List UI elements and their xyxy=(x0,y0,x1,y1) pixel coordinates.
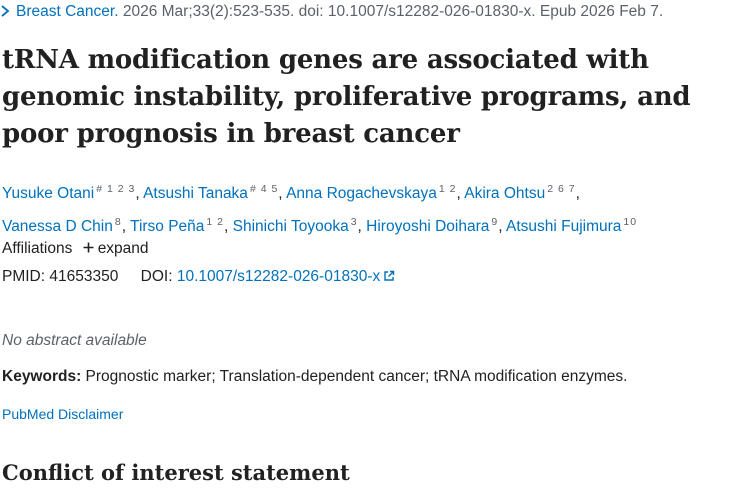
author-link[interactable]: Akira Ohtsu xyxy=(464,185,545,202)
author-item: Yusuke Otani # 1 2 3 xyxy=(2,183,135,202)
author-link[interactable]: Shinichi Toyooka xyxy=(233,218,349,235)
author-link[interactable]: Atsushi Fujimura xyxy=(506,218,621,235)
author-affiliation-refs[interactable]: # 4 5 xyxy=(250,183,278,195)
journal-link[interactable]: Breast Cancer. xyxy=(16,3,119,20)
author-affiliation-refs[interactable]: 3 xyxy=(351,216,358,228)
author-item: Atsushi Fujimura 10 xyxy=(506,216,637,235)
author-affiliation-refs[interactable]: 10 xyxy=(623,216,637,228)
doi-value: 10.1007/s12282-026-01830-x xyxy=(176,268,381,285)
expand-label: expand xyxy=(97,240,149,257)
conflict-of-interest-heading: Conflict of interest statement xyxy=(2,460,350,485)
author-item: Shinichi Toyooka 3 xyxy=(233,216,358,235)
author-item: Anna Rogachevskaya 1 2 xyxy=(286,183,457,202)
keywords-text: Prognostic marker; Translation-dependent… xyxy=(81,368,628,385)
author-item: Akira Ohtsu 2 6 7 xyxy=(464,183,575,202)
author-item: Hiroyoshi Doihara 9 xyxy=(366,216,498,235)
author-link[interactable]: Atsushi Tanaka xyxy=(143,185,248,202)
author-item: Vanessa D Chin 8 xyxy=(2,216,122,235)
author-affiliation-refs[interactable]: 8 xyxy=(115,216,122,228)
keywords-row: Keywords: Prognostic marker; Translation… xyxy=(2,368,627,386)
author-link[interactable]: Anna Rogachevskaya xyxy=(286,185,437,202)
doi-link[interactable]: 10.1007/s12282-026-01830-x xyxy=(177,268,395,285)
citation-line: Breast Cancer. 2026 Mar;33(2):523-535. d… xyxy=(0,3,663,21)
pmid-value: 41653350 xyxy=(49,268,119,285)
pmid-label: PMID: xyxy=(2,268,46,285)
author-link[interactable]: Hiroyoshi Doihara xyxy=(366,218,489,235)
author-item: Tirso Peña 1 2 xyxy=(130,216,224,235)
identifiers-row: PMID: 41653350 DOI: 10.1007/s12282-026-0… xyxy=(2,268,395,286)
citation-details: 2026 Mar;33(2):523-535. doi: 10.1007/s12… xyxy=(118,3,664,20)
no-abstract-note: No abstract available xyxy=(2,332,147,349)
author-link[interactable]: Yusuke Otani xyxy=(2,185,94,202)
author-affiliation-refs[interactable]: 1 2 xyxy=(206,216,224,228)
author-affiliation-refs[interactable]: # 1 2 3 xyxy=(96,183,135,195)
plus-icon xyxy=(83,242,94,253)
external-link-icon xyxy=(384,270,395,281)
affiliations-row: Affiliations expand xyxy=(2,240,149,258)
author-affiliation-refs[interactable]: 9 xyxy=(491,216,498,228)
author-item: Atsushi Tanaka # 4 5 xyxy=(143,183,278,202)
pubmed-disclaimer-link[interactable]: PubMed Disclaimer xyxy=(2,406,123,422)
affiliations-label: Affiliations xyxy=(2,240,73,257)
doi-label: DOI: xyxy=(140,268,173,285)
chevron-right-icon[interactable] xyxy=(0,5,10,17)
author-affiliation-refs[interactable]: 2 6 7 xyxy=(547,183,575,195)
article-title: tRNA modification genes are associated w… xyxy=(2,45,691,149)
expand-affiliations-button[interactable]: expand xyxy=(83,240,149,257)
author-link[interactable]: Vanessa D Chin xyxy=(2,218,113,235)
author-affiliation-refs[interactable]: 1 2 xyxy=(439,183,457,195)
keywords-label: Keywords: xyxy=(2,368,82,385)
authors-list: Yusuke Otani # 1 2 3, Atsushi Tanaka # 4 5… xyxy=(2,183,638,236)
author-link[interactable]: Tirso Peña xyxy=(130,218,204,235)
